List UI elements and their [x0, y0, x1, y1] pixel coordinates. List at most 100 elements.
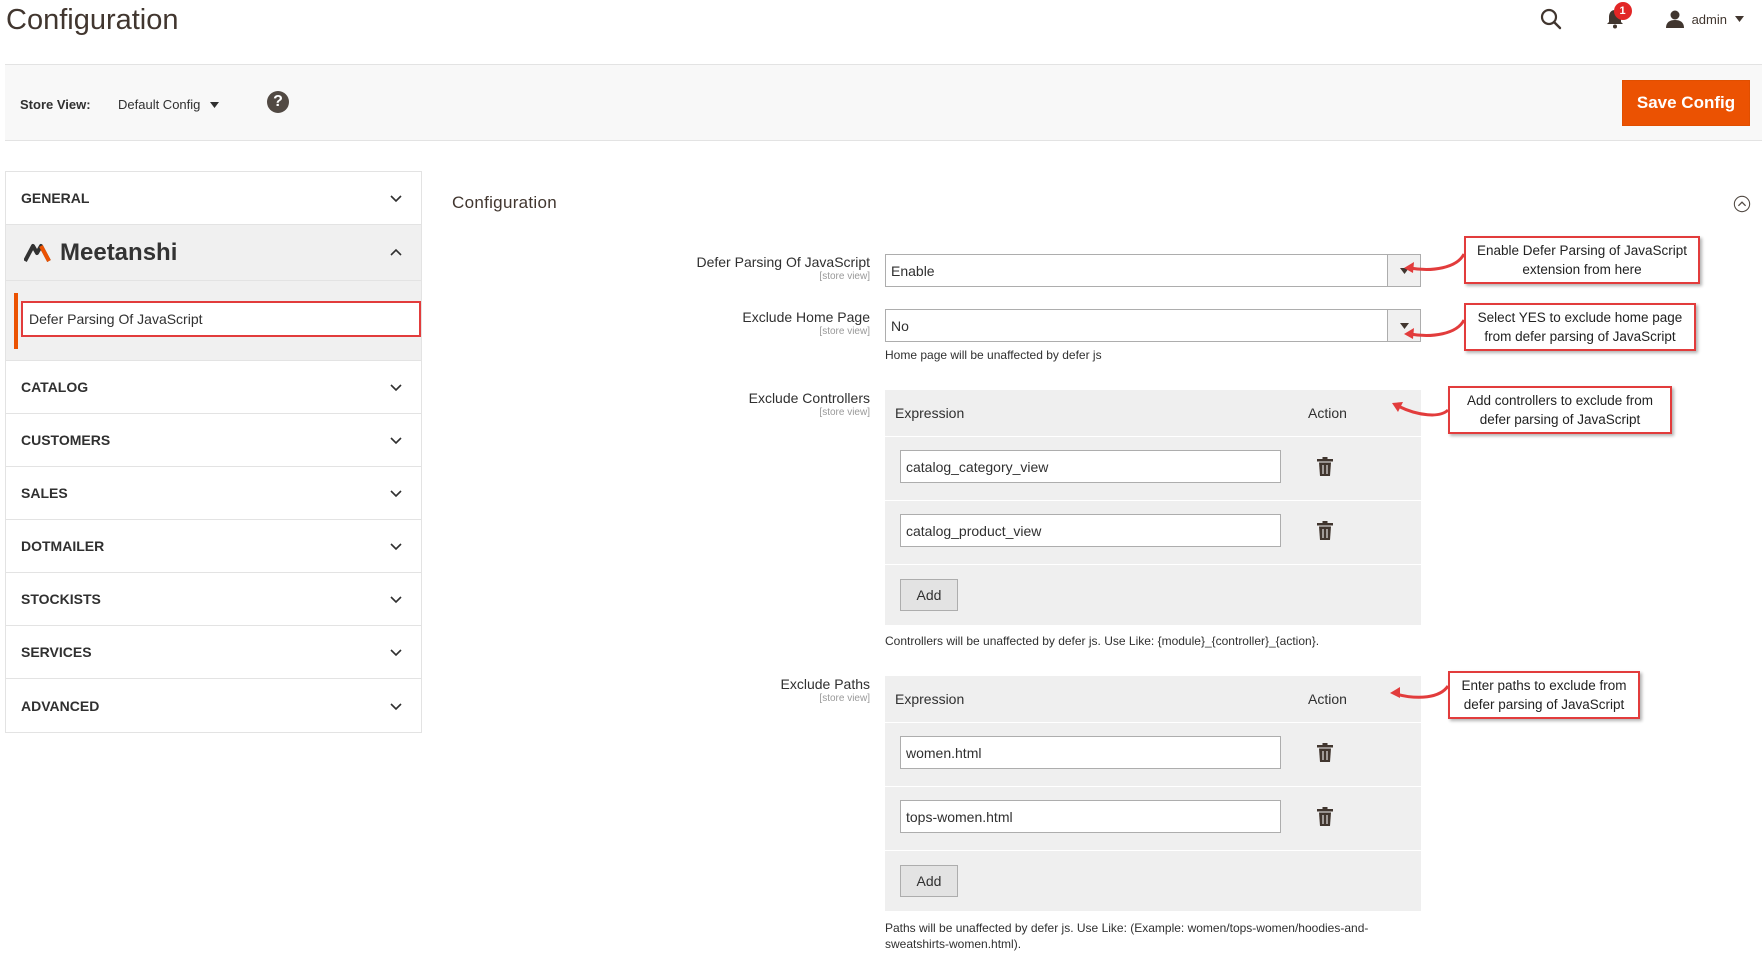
column-action: Action: [1308, 405, 1347, 421]
expression-input[interactable]: women.html: [900, 736, 1281, 769]
sidebar-item-label: CATALOG: [21, 379, 89, 395]
sidebar-item-sales[interactable]: SALES: [6, 467, 421, 520]
table-row: women.html: [885, 723, 1421, 787]
column-expression: Expression: [895, 405, 965, 421]
select-value: No: [891, 317, 909, 334]
callout-exclude-home: Select YES to exclude home page from def…: [1464, 303, 1696, 351]
callout-arrow-icon: [1404, 253, 1466, 273]
paths-note: Paths will be unaffected by defer js. Us…: [885, 920, 1368, 952]
callout-line: defer parsing of JavaScript: [1463, 697, 1625, 712]
callout-enable-defer: Enable Defer Parsing of JavaScript exten…: [1464, 236, 1700, 284]
field-scope: [store view]: [819, 271, 870, 282]
table-footer: Add: [885, 565, 1421, 625]
field-scope: [store view]: [819, 693, 870, 704]
sidebar-item-label: ADVANCED: [21, 697, 100, 714]
store-view-selected: Default Config: [118, 97, 201, 112]
trash-icon[interactable]: [1317, 743, 1333, 762]
chevron-down-icon: [390, 649, 402, 657]
sidebar-item-advanced[interactable]: ADVANCED: [6, 679, 421, 732]
table-footer: Add: [885, 851, 1421, 911]
caret-down-icon: [210, 101, 220, 108]
sidebar-item-label: STOCKISTS: [21, 591, 101, 607]
chevron-down-icon: [390, 490, 402, 498]
chevron-down-icon: [390, 195, 402, 203]
callout-arrow-icon: [1390, 685, 1450, 699]
help-icon[interactable]: ?: [267, 91, 289, 113]
store-view-switcher[interactable]: Default Config: [118, 97, 220, 112]
meetanshi-brand: Meetanshi: [24, 239, 177, 267]
sidebar-item-services[interactable]: SERVICES: [6, 626, 421, 679]
column-action: Action: [1308, 691, 1347, 707]
chevron-down-icon: [390, 384, 402, 392]
admin-user-menu[interactable]: admin: [1665, 10, 1744, 28]
chevron-up-icon: [390, 248, 402, 256]
admin-username: admin: [1691, 11, 1727, 27]
header-actions: 1 admin: [1538, 2, 1744, 32]
table-row: catalog_product_view: [885, 501, 1421, 565]
field-label-text: Exclude Paths: [780, 676, 871, 692]
collapse-section-icon[interactable]: [1733, 195, 1751, 213]
sidebar-item-defer-parsing[interactable]: Defer Parsing Of JavaScript: [21, 301, 421, 337]
expression-input[interactable]: catalog_product_view: [900, 514, 1281, 547]
field-label-text: Exclude Controllers: [748, 390, 870, 406]
sidebar-item-catalog[interactable]: CATALOG: [6, 361, 421, 414]
sidebar-item-general[interactable]: GENERAL: [6, 172, 421, 225]
sidebar-item-label: SERVICES: [21, 644, 92, 660]
sidebar-item-meetanshi[interactable]: Meetanshi: [6, 225, 421, 281]
trash-icon[interactable]: [1317, 521, 1333, 540]
select-value: Enable: [891, 262, 935, 279]
exclude-controllers-label: Exclude Controllers [store view]: [749, 390, 870, 418]
config-sidebar: GENERAL Meetanshi Defer Parsing Of JavaS…: [5, 171, 422, 733]
trash-icon[interactable]: [1317, 807, 1333, 826]
meetanshi-logo-icon: [24, 243, 51, 262]
field-label-text: Defer Parsing Of JavaScript: [696, 254, 870, 270]
sidebar-item-label: SALES: [21, 485, 68, 501]
exclude-paths-label: Exclude Paths [store view]: [781, 676, 871, 704]
callout-arrow-icon: [1404, 319, 1466, 339]
callout-line: Enable Defer Parsing of JavaScript: [1476, 243, 1688, 258]
callout-line: extension from here: [1522, 262, 1642, 277]
active-marker: [14, 293, 18, 349]
paths-table: Expression Action women.html tops-women.…: [885, 676, 1421, 911]
expression-input[interactable]: tops-women.html: [900, 800, 1281, 833]
controllers-note: Controllers will be unaffected by defer …: [885, 634, 1320, 648]
trash-icon[interactable]: [1317, 457, 1333, 476]
add-controller-button[interactable]: Add: [900, 579, 958, 611]
callout-line: Enter paths to exclude from: [1461, 678, 1627, 693]
store-view-bar: Store View: Default Config ? Save Config: [5, 64, 1762, 141]
search-icon[interactable]: [1538, 6, 1564, 32]
sidebar-item-dotmailer[interactable]: DOTMAILER: [6, 520, 421, 573]
chevron-down-icon: [390, 596, 402, 604]
exclude-home-page-select[interactable]: No: [885, 309, 1421, 342]
save-config-button[interactable]: Save Config: [1622, 80, 1750, 126]
caret-down-icon: [1735, 16, 1744, 22]
section-title[interactable]: Configuration: [452, 193, 557, 213]
notifications-count-badge: 1: [1613, 2, 1632, 20]
chevron-down-icon: [390, 437, 402, 445]
sidebar-item-stockists[interactable]: STOCKISTS: [6, 573, 421, 626]
table-header: Expression Action: [885, 676, 1421, 723]
callout-line: Add controllers to exclude from: [1466, 393, 1654, 408]
callout-line: from defer parsing of JavaScript: [1484, 329, 1676, 344]
callout-line: Select YES to exclude home page: [1477, 310, 1683, 325]
chevron-down-icon: [390, 543, 402, 551]
expression-input[interactable]: catalog_category_view: [900, 450, 1281, 483]
defer-parsing-select[interactable]: Enable: [885, 254, 1421, 287]
add-path-button[interactable]: Add: [900, 865, 958, 897]
brand-name: Meetanshi: [60, 238, 178, 266]
callout-exclude-controllers: Add controllers to exclude from defer pa…: [1448, 386, 1672, 434]
callout-line: defer parsing of JavaScript: [1479, 412, 1641, 427]
notifications-bell-icon[interactable]: 1: [1602, 2, 1632, 32]
exclude-home-page-label: Exclude Home Page [store view]: [742, 309, 870, 337]
home-page-note: Home page will be unaffected by defer js: [885, 348, 1102, 362]
controllers-table: Expression Action catalog_category_view …: [885, 390, 1421, 625]
chevron-down-icon: [390, 702, 402, 710]
sidebar-item-label: CUSTOMERS: [21, 432, 111, 448]
sidebar-item-customers[interactable]: CUSTOMERS: [6, 414, 421, 467]
sidebar-item-label: DOTMAILER: [21, 538, 105, 554]
table-row: tops-women.html: [885, 787, 1421, 851]
field-scope: [store view]: [819, 326, 870, 337]
user-icon: [1665, 10, 1684, 28]
table-header: Expression Action: [885, 390, 1421, 437]
sidebar-item-label: GENERAL: [21, 190, 90, 206]
